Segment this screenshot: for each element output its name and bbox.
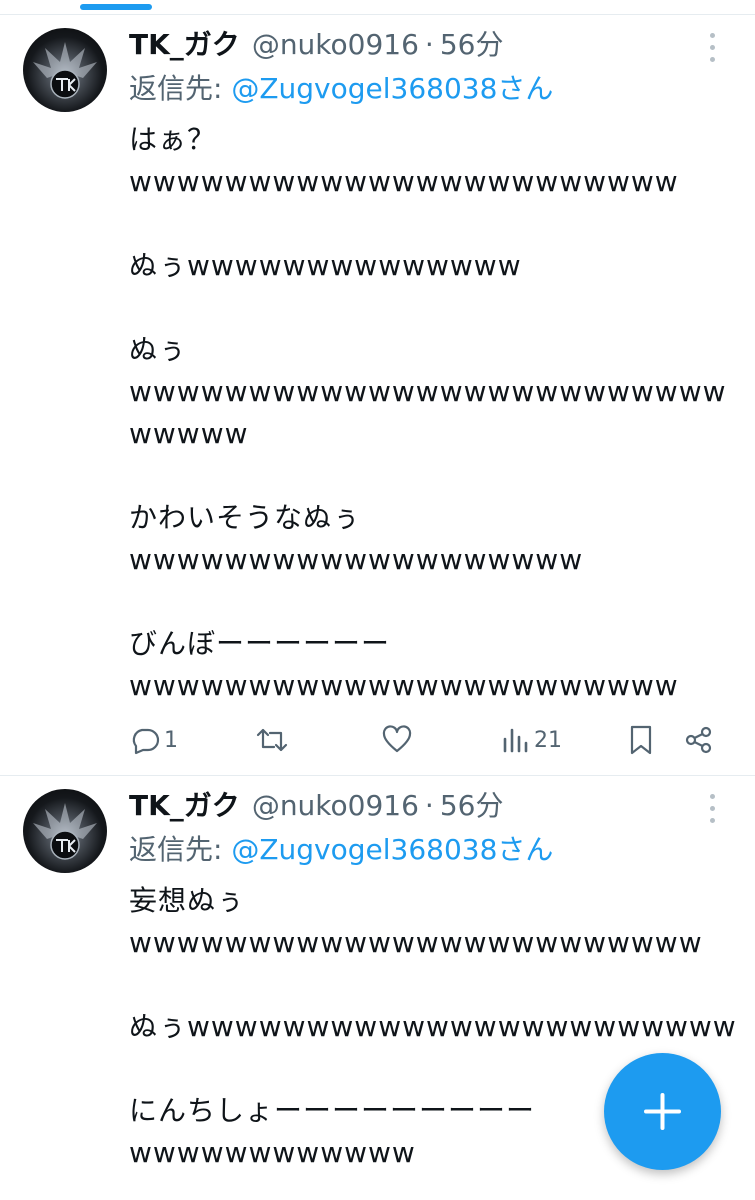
avatar-logo-icon <box>33 803 97 860</box>
like-button[interactable] <box>381 720 413 760</box>
share-button[interactable] <box>684 720 714 760</box>
dot-icon <box>710 57 715 62</box>
tweet-time[interactable]: 56分 <box>440 28 504 61</box>
tweet-header: TK_ガク @nuko0916 · 56分 <box>129 27 503 63</box>
author-handle[interactable]: @nuko0916 <box>252 789 419 822</box>
retweet-arrows-icon <box>256 728 288 752</box>
author-name[interactable]: TK_ガク <box>129 28 240 61</box>
more-options-button[interactable] <box>700 31 726 65</box>
dot-icon <box>710 818 715 823</box>
views-count: 21 <box>534 727 562 753</box>
reply-count: 1 <box>164 727 178 753</box>
reply-mention-link[interactable]: @Zugvogel368038さん <box>231 833 553 866</box>
tab-indicator <box>80 4 152 10</box>
compose-button[interactable] <box>604 1053 721 1170</box>
bookmark-button[interactable] <box>628 720 654 760</box>
tweet-actions: 1 21 <box>0 720 755 760</box>
avatar-logo-icon <box>33 42 97 99</box>
author-name[interactable]: TK_ガク <box>129 789 240 822</box>
avatar[interactable] <box>23 28 107 112</box>
reply-context: 返信先: @Zugvogel368038さん <box>129 832 553 868</box>
bar-chart-icon <box>503 728 528 753</box>
reply-button[interactable]: 1 <box>130 720 178 760</box>
reply-mention-link[interactable]: @Zugvogel368038さん <box>231 72 553 105</box>
separator-dot: · <box>424 28 434 61</box>
tweet-text: はぁ？ wwwwwwwwwwwwwwwwwwwwwww ぬぅwwwwwwwwww… <box>129 123 727 702</box>
heart-icon <box>382 725 412 753</box>
vertical-dots-icon <box>710 794 715 799</box>
more-options-button[interactable] <box>700 792 726 826</box>
dot-icon <box>710 45 715 50</box>
retweet-button[interactable] <box>255 720 289 760</box>
share-icon <box>685 726 712 754</box>
reply-prefix: 返信先: <box>129 833 232 866</box>
speech-bubble-icon <box>132 728 160 755</box>
views-button[interactable]: 21 <box>502 720 562 760</box>
tweet[interactable]: TK_ガク @nuko0916 · 56分 返信先: @Zugvogel368038さ… <box>0 15 755 776</box>
reply-prefix: 返信先: <box>129 72 232 105</box>
author-handle[interactable]: @nuko0916 <box>252 28 419 61</box>
separator-dot: · <box>424 789 434 822</box>
reply-context: 返信先: @Zugvogel368038さん <box>129 71 553 107</box>
dot-icon <box>710 806 715 811</box>
vertical-dots-icon <box>710 33 715 38</box>
top-bar <box>0 0 755 15</box>
avatar[interactable] <box>23 789 107 873</box>
tweet-time[interactable]: 56分 <box>440 789 504 822</box>
tweet-header: TK_ガク @nuko0916 · 56分 <box>129 788 503 824</box>
bookmark-icon <box>630 725 652 755</box>
plus-icon <box>644 1093 681 1130</box>
